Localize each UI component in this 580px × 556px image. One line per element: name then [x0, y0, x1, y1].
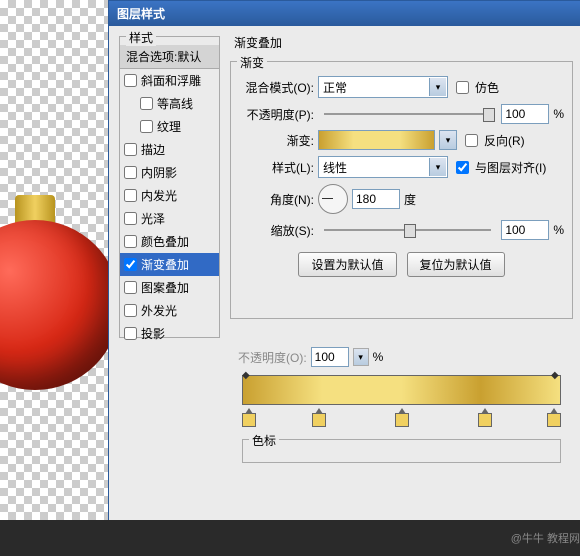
style-checkbox[interactable]	[124, 143, 137, 156]
opacity-label: 不透明度(P):	[239, 106, 314, 123]
set-default-button[interactable]: 设置为默认值	[298, 252, 396, 277]
section-title: 渐变叠加	[234, 34, 573, 51]
color-stop[interactable]	[547, 413, 561, 427]
style-item-label: 等高线	[157, 95, 193, 112]
style-item-label: 颜色叠加	[141, 233, 189, 250]
style-checkbox[interactable]	[124, 235, 137, 248]
style-checkbox[interactable]	[124, 212, 137, 225]
color-stop[interactable]	[312, 413, 326, 427]
dither-checkbox[interactable]: 仿色	[452, 78, 499, 97]
color-stop[interactable]	[478, 413, 492, 427]
gradient-bar[interactable]	[242, 375, 561, 405]
percent-label: %	[553, 223, 564, 237]
chevron-down-icon[interactable]	[429, 158, 446, 176]
style-label: 样式(L):	[239, 159, 314, 176]
slider-thumb[interactable]	[483, 108, 495, 122]
color-stop-title: 色标	[249, 432, 279, 449]
layer-style-dialog: 图层样式 样式 混合选项:默认 斜面和浮雕等高线纹理描边内阴影内发光光泽颜色叠加…	[108, 0, 580, 522]
opacity-slider[interactable]	[324, 113, 491, 115]
chevron-down-icon[interactable]	[429, 78, 446, 96]
settings-panel: 渐变叠加 渐变 混合模式(O): 正常 仿色 不透明度(P): % 渐变:	[222, 34, 573, 524]
style-item-label: 光泽	[141, 210, 165, 227]
reverse-checkbox[interactable]: 反向(R)	[461, 131, 525, 150]
dialog-titlebar[interactable]: 图层样式	[109, 1, 580, 26]
opacity-stop[interactable]	[551, 367, 561, 377]
style-item-内发光[interactable]: 内发光	[120, 184, 219, 207]
color-stop-group: 色标	[242, 439, 561, 463]
style-checkbox[interactable]	[124, 189, 137, 202]
opacity-stop[interactable]	[242, 367, 252, 377]
style-item-图案叠加[interactable]: 图案叠加	[120, 276, 219, 299]
scale-label: 缩放(S):	[239, 222, 314, 239]
style-item-外发光[interactable]: 外发光	[120, 299, 219, 322]
style-item-label: 内发光	[141, 187, 177, 204]
style-item-内阴影[interactable]: 内阴影	[120, 161, 219, 184]
styles-group: 样式 混合选项:默认 斜面和浮雕等高线纹理描边内阴影内发光光泽颜色叠加渐变叠加图…	[119, 36, 220, 338]
percent-label: %	[373, 350, 384, 364]
style-item-渐变叠加[interactable]: 渐变叠加	[120, 253, 219, 276]
style-item-等高线[interactable]: 等高线	[120, 92, 219, 115]
style-item-label: 投影	[141, 325, 165, 342]
style-select[interactable]: 线性	[318, 156, 448, 178]
style-item-label: 外发光	[141, 302, 177, 319]
style-checkbox[interactable]	[124, 258, 137, 271]
percent-label: %	[553, 107, 564, 121]
gradient-picker-arrow[interactable]	[439, 130, 457, 150]
color-stop[interactable]	[395, 413, 409, 427]
gradient-group: 渐变 混合模式(O): 正常 仿色 不透明度(P): % 渐变: 反向(R)	[230, 61, 573, 319]
style-checkbox[interactable]	[140, 97, 153, 110]
angle-input[interactable]	[352, 189, 400, 209]
opacity-label-2: 不透明度(O):	[238, 349, 307, 366]
style-item-label: 图案叠加	[141, 279, 189, 296]
align-checkbox[interactable]: 与图层对齐(I)	[452, 158, 546, 177]
style-item-斜面和浮雕[interactable]: 斜面和浮雕	[120, 69, 219, 92]
scale-slider[interactable]	[324, 229, 491, 231]
reset-default-button[interactable]: 复位为默认值	[407, 252, 505, 277]
styles-group-title: 样式	[126, 29, 156, 46]
style-item-label: 斜面和浮雕	[141, 72, 201, 89]
style-item-投影[interactable]: 投影	[120, 322, 219, 345]
angle-label: 角度(N):	[239, 191, 314, 208]
gradient-editor[interactable]	[242, 375, 561, 435]
style-checkbox[interactable]	[124, 281, 137, 294]
opacity-input[interactable]	[501, 104, 549, 124]
style-checkbox[interactable]	[140, 120, 153, 133]
angle-dial[interactable]	[318, 184, 348, 214]
style-checkbox[interactable]	[124, 74, 137, 87]
gradient-label: 渐变:	[239, 132, 314, 149]
watermark-text: @牛牛 教程网	[511, 530, 580, 546]
gradient-preview[interactable]	[318, 130, 435, 150]
style-item-光泽[interactable]: 光泽	[120, 207, 219, 230]
blending-options-header[interactable]: 混合选项:默认	[120, 45, 219, 69]
style-item-label: 内阴影	[141, 164, 177, 181]
style-item-label: 纹理	[157, 118, 181, 135]
style-checkbox[interactable]	[124, 166, 137, 179]
opacity-stepper[interactable]	[353, 348, 369, 366]
color-stop[interactable]	[242, 413, 256, 427]
footer-bar: @牛牛 教程网	[0, 520, 580, 556]
style-item-label: 描边	[141, 141, 165, 158]
styles-list-panel: 样式 混合选项:默认 斜面和浮雕等高线纹理描边内阴影内发光光泽颜色叠加渐变叠加图…	[117, 34, 222, 524]
gradient-group-title: 渐变	[237, 54, 267, 71]
blend-mode-select[interactable]: 正常	[318, 76, 448, 98]
degree-label: 度	[404, 191, 416, 208]
scale-input[interactable]	[501, 220, 549, 240]
gradient-editor-section: 不透明度(O): % 色标	[230, 339, 573, 475]
style-item-纹理[interactable]: 纹理	[120, 115, 219, 138]
style-checkbox[interactable]	[124, 304, 137, 317]
opacity-input-2[interactable]	[311, 347, 349, 367]
blend-mode-label: 混合模式(O):	[239, 79, 314, 96]
style-item-描边[interactable]: 描边	[120, 138, 219, 161]
style-item-颜色叠加[interactable]: 颜色叠加	[120, 230, 219, 253]
slider-thumb[interactable]	[404, 224, 416, 238]
style-item-label: 渐变叠加	[141, 256, 189, 273]
style-checkbox[interactable]	[124, 327, 137, 340]
